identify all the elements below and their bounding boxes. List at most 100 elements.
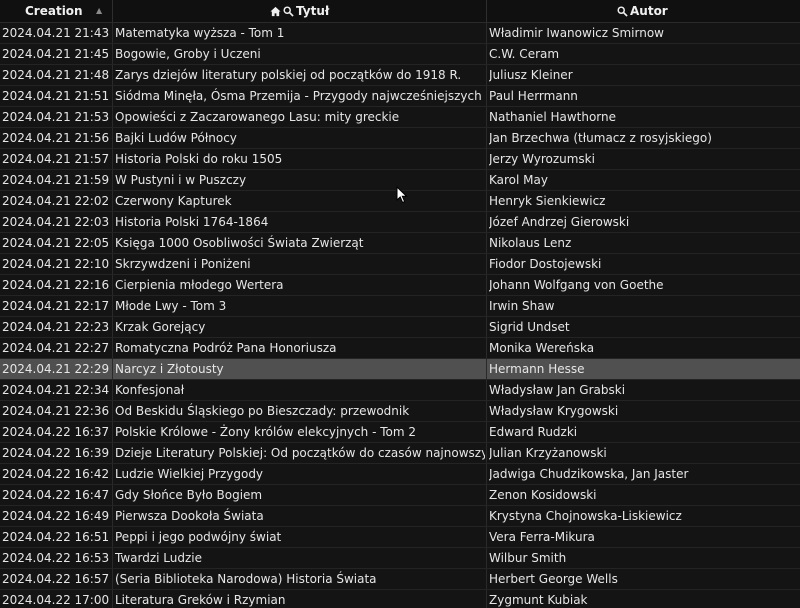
cell-divider xyxy=(112,317,113,337)
cell-divider xyxy=(112,191,113,211)
cell-divider xyxy=(486,65,487,85)
cell-creation: 2024.04.21 22:36:05 xyxy=(2,404,110,418)
cell-title: Skrzywdzeni i Poniżeni xyxy=(115,257,251,271)
cell-divider xyxy=(112,569,113,589)
cell-title: Gdy Słońce Było Bogiem xyxy=(115,488,263,502)
books-table: Creation ▲ Tytuł Autor 2024.04.21 21:43 … xyxy=(0,0,800,608)
cell-creation: 2024.04.21 22:03:37 xyxy=(2,215,110,229)
cell-title: Siódma Minęła, Ósma Przemija - Przygody … xyxy=(115,89,485,103)
cell-creation: 2024.04.21 22:29:41 xyxy=(2,362,110,376)
cell-author: Sigrid Undset xyxy=(489,320,570,334)
column-header-author[interactable]: Autor xyxy=(487,0,800,22)
column-header-creation[interactable]: Creation ▲ xyxy=(0,0,112,22)
cell-title: Opowieści z Zaczarowanego Lasu: mity gre… xyxy=(115,110,400,124)
table-row[interactable]: 2024.04.22 17:00:11 Literatura Greków i R… xyxy=(0,590,800,608)
cell-title: (Seria Biblioteka Narodowa) Historia Świ… xyxy=(115,572,377,586)
cell-title: Cierpienia młodego Wertera xyxy=(115,278,284,292)
table-row[interactable]: 2024.04.22 16:37:35 Polskie Królowe - Żon… xyxy=(0,422,800,443)
cell-title: Bajki Ludów Północy xyxy=(115,131,237,145)
cell-divider xyxy=(486,191,487,211)
cell-author: Herbert George Wells xyxy=(489,572,618,586)
table-row[interactable]: 2024.04.21 21:57:39 Historia Polski do ro… xyxy=(0,149,800,170)
cell-divider xyxy=(112,485,113,505)
cell-creation: 2024.04.22 16:37:35 xyxy=(2,425,110,439)
table-row[interactable]: 2024.04.21 22:17:08 Młode Lwy - Tom 3 Irwi… xyxy=(0,296,800,317)
cell-divider xyxy=(486,317,487,337)
cell-divider xyxy=(486,233,487,253)
table-row[interactable]: 2024.04.22 16:47:15 Gdy Słońce Było Bogie… xyxy=(0,485,800,506)
cell-author: Henryk Sienkiewicz xyxy=(489,194,606,208)
cell-author: Krystyna Chojnowska-Liskiewicz xyxy=(489,509,682,523)
cell-divider xyxy=(112,86,113,106)
cell-title: Czerwony Kapturek xyxy=(115,194,232,208)
cell-divider xyxy=(486,254,487,274)
table-row[interactable]: 2024.04.22 16:49:09 Pierwsza Dookoła Świa… xyxy=(0,506,800,527)
table-row[interactable]: 2024.04.22 16:42:31 Ludzie Wielkiej Przyg… xyxy=(0,464,800,485)
cell-author: Monika Wereńska xyxy=(489,341,595,355)
cell-title: Młode Lwy - Tom 3 xyxy=(115,299,227,313)
cell-creation: 2024.04.22 16:42:31 xyxy=(2,467,110,481)
cell-title: Matematyka wyższa - Tom 1 xyxy=(115,26,285,40)
table-row[interactable]: 2024.04.21 22:16:46 Cierpienia młodego We… xyxy=(0,275,800,296)
cell-divider xyxy=(112,296,113,316)
cell-creation: 2024.04.21 21:45:29 xyxy=(2,47,110,61)
cell-title: W Pustyni i w Puszczy xyxy=(115,173,247,187)
table-row[interactable]: 2024.04.21 21:51:35 Siódma Minęła, Ósma P… xyxy=(0,86,800,107)
search-icon[interactable] xyxy=(283,5,294,17)
table-row[interactable]: 2024.04.22 16:57:15 (Seria Biblioteka Nar… xyxy=(0,569,800,590)
cell-divider xyxy=(486,590,487,608)
cell-divider xyxy=(486,149,487,169)
table-row[interactable]: 2024.04.22 16:53:11 Twardzi Ludzie Wilbur … xyxy=(0,548,800,569)
cell-divider xyxy=(112,149,113,169)
home-icon[interactable] xyxy=(270,6,281,17)
table-row[interactable]: 2024.04.21 21:56:53 Bajki Ludów Północy Ja… xyxy=(0,128,800,149)
cell-divider xyxy=(112,170,113,190)
cell-creation: 2024.04.21 22:27:10 xyxy=(2,341,110,355)
table-row[interactable]: 2024.04.21 22:03:37 Historia Polski 1764-… xyxy=(0,212,800,233)
cell-title: Od Beskidu Śląskiego po Bieszczady: prze… xyxy=(115,404,410,418)
table-row[interactable]: 2024.04.21 22:05:22 Księga 1000 Osobliwoś… xyxy=(0,233,800,254)
cell-divider xyxy=(112,527,113,547)
cell-author: Jadwiga Chudzikowska, Jan Jaster xyxy=(489,467,689,481)
table-row[interactable]: 2024.04.21 21:45:29 Bogowie, Groby i Ucze… xyxy=(0,44,800,65)
table-row[interactable]: 2024.04.21 22:23:08 Krzak Gorejący Sigrid … xyxy=(0,317,800,338)
table-row[interactable]: 2024.04.21 22:36:05 Od Beskidu Śląskiego … xyxy=(0,401,800,422)
cell-divider xyxy=(486,128,487,148)
table-row[interactable]: 2024.04.22 16:39:01 Dzieje Literatury Pol… xyxy=(0,443,800,464)
cell-creation: 2024.04.21 22:16:46 xyxy=(2,278,110,292)
cell-divider xyxy=(112,212,113,232)
cell-creation: 2024.04.21 21:43:30 xyxy=(2,26,110,40)
cell-creation: 2024.04.21 21:51:35 xyxy=(2,89,110,103)
table-row[interactable]: 2024.04.21 22:27:10 Romatyczna Podróż Pan… xyxy=(0,338,800,359)
table-row[interactable]: 2024.04.21 22:34:17 Konfesjonał Władysław … xyxy=(0,380,800,401)
column-header-label: Autor xyxy=(630,4,668,18)
table-row[interactable]: 2024.04.21 21:43:30 Matematyka wyższa - T… xyxy=(0,23,800,44)
table-row[interactable]: 2024.04.21 22:10:16 Skrzywdzeni i Poniżen… xyxy=(0,254,800,275)
table-header: Creation ▲ Tytuł Autor xyxy=(0,0,800,23)
table-row[interactable]: 2024.04.21 22:29:41 Narcyz i Złotousty Her… xyxy=(0,359,800,380)
cell-title: Ludzie Wielkiej Przygody xyxy=(115,467,264,481)
cell-creation: 2024.04.21 22:02:44 xyxy=(2,194,110,208)
sort-ascending-icon[interactable]: ▲ xyxy=(96,0,102,22)
column-header-title[interactable]: Tytuł xyxy=(113,0,486,22)
table-row[interactable]: 2024.04.22 16:51:11 Peppi i jego podwójny… xyxy=(0,527,800,548)
cell-author: Vera Ferra-Mikura xyxy=(489,530,595,544)
cell-divider xyxy=(486,86,487,106)
cell-divider xyxy=(112,65,113,85)
cell-divider xyxy=(486,359,487,379)
cell-author: Hermann Hesse xyxy=(489,362,585,376)
table-row[interactable]: 2024.04.21 21:48:11 Zarys dziejów literat… xyxy=(0,65,800,86)
cell-divider xyxy=(112,275,113,295)
cell-creation: 2024.04.22 17:00:11 xyxy=(2,593,110,607)
cell-creation: 2024.04.21 22:17:08 xyxy=(2,299,110,313)
cell-title: Zarys dziejów literatury polskiej od poc… xyxy=(115,68,462,82)
cell-author: Władysław Krygowski xyxy=(489,404,619,418)
table-row[interactable]: 2024.04.21 21:53:45 Opowieści z Zaczarowa… xyxy=(0,107,800,128)
cell-title: Dzieje Literatury Polskiej: Od początków… xyxy=(115,446,485,460)
cell-author: C.W. Ceram xyxy=(489,47,560,61)
cell-author: Julian Krzyżanowski xyxy=(489,446,607,460)
search-icon[interactable] xyxy=(617,5,628,17)
cell-divider xyxy=(486,422,487,442)
cell-author: Nathaniel Hawthorne xyxy=(489,110,617,124)
cell-divider xyxy=(112,359,113,379)
